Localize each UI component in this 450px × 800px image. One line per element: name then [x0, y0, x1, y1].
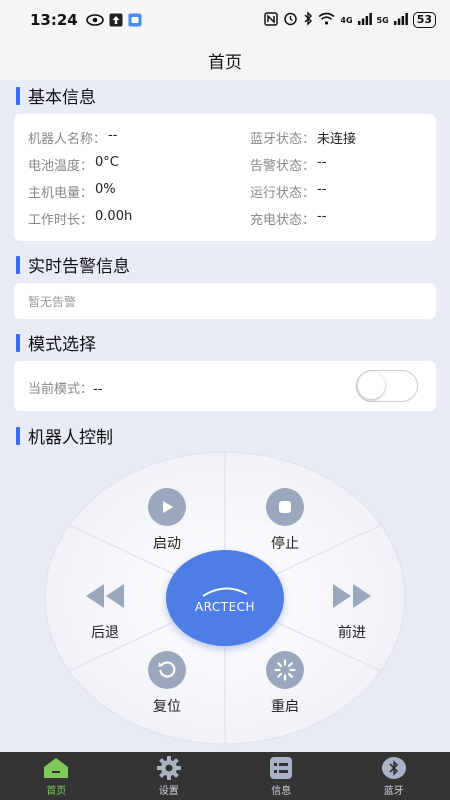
- info-value: 未连接: [317, 132, 357, 147]
- alarm-card: 暂无告警: [14, 283, 436, 319]
- restart-button[interactable]: 重启: [250, 651, 320, 716]
- reset-button[interactable]: 复位: [132, 651, 202, 716]
- section-realtime-alarm: 实时告警信息: [16, 252, 130, 277]
- info-value: --: [317, 182, 327, 197]
- control-wheel: 启动 停止 后退 前进 复位 重启 ARCTECH: [44, 451, 406, 745]
- mode-label-text: 当前模式：: [28, 382, 94, 397]
- center-logo-button[interactable]: ARCTECH: [166, 550, 284, 646]
- stop-button[interactable]: 停止: [250, 488, 320, 553]
- info-run-status: 运行状态： --: [250, 182, 326, 201]
- info-label: 工作时长：: [28, 213, 94, 228]
- nav-label: 设置: [158, 785, 179, 797]
- start-button[interactable]: 启动: [132, 488, 202, 553]
- signal-bars-icon: [393, 12, 408, 28]
- section-mode-select: 模式选择: [16, 330, 96, 355]
- signal-bars-icon: [357, 12, 372, 28]
- play-icon: [148, 488, 186, 526]
- current-mode: 当前模式：--: [28, 378, 102, 397]
- stop-label: 停止: [271, 536, 299, 552]
- section-accent-bar: [16, 426, 20, 445]
- info-label: 运行状态：: [250, 186, 316, 201]
- info-battery-temp: 电池温度： 0°C: [28, 155, 119, 174]
- home-icon: [43, 756, 69, 780]
- info-alarm-status: 告警状态： --: [250, 155, 326, 174]
- info-work-hours: 工作时长： 0.00h: [28, 209, 132, 228]
- info-label: 电池温度：: [28, 159, 94, 174]
- nav-label: 蓝牙: [383, 785, 404, 797]
- info-robot-name: 机器人名称： --: [28, 128, 117, 147]
- list-icon: [269, 756, 293, 780]
- info-label: 机器人名称：: [28, 132, 107, 147]
- info-charge-status: 充电状态： --: [250, 209, 326, 228]
- mode-value: --: [93, 382, 103, 397]
- nav-item-info[interactable]: 信息: [225, 752, 338, 800]
- info-value: --: [108, 128, 118, 143]
- section-title-text: 实时告警信息: [28, 257, 130, 277]
- section-basic-info: 基本信息: [16, 83, 96, 108]
- status-bar: 13:24 4G 5G 53: [0, 0, 450, 40]
- stop-icon: [266, 488, 304, 526]
- wifi-icon: [318, 12, 335, 28]
- status-time: 13:24: [30, 11, 78, 29]
- info-label: 蓝牙状态：: [250, 132, 316, 147]
- section-accent-bar: [16, 333, 20, 352]
- info-host-battery: 主机电量： 0%: [28, 182, 116, 201]
- nav-label: 首页: [46, 785, 67, 797]
- basic-info-card: 机器人名称： -- 蓝牙状态： 未连接 电池温度： 0°C 告警状态： -- 主机电量：…: [14, 114, 436, 241]
- alarm-clock-icon: [283, 11, 298, 29]
- info-value: --: [317, 155, 327, 170]
- section-title-text: 模式选择: [28, 335, 96, 355]
- section-robot-control: 机器人控制: [16, 423, 113, 448]
- signal-4g-label: 4G: [340, 15, 353, 25]
- info-value: 0.00h: [95, 209, 133, 224]
- section-title-text: 基本信息: [28, 88, 96, 108]
- status-right-group: 4G 5G 53: [264, 11, 436, 29]
- bluetooth-icon: [381, 756, 407, 780]
- section-accent-bar: [16, 255, 20, 274]
- nfc-icon: [264, 11, 279, 29]
- info-value: --: [317, 209, 327, 224]
- forward-button[interactable]: 前进: [317, 577, 387, 642]
- restart-label: 重启: [271, 699, 299, 715]
- info-value: 0°C: [95, 155, 119, 170]
- info-label: 主机电量：: [28, 186, 94, 201]
- signal-5g-label: 5G: [376, 15, 389, 25]
- app-header: 首页: [0, 40, 450, 80]
- forward-label: 前进: [338, 625, 366, 641]
- mode-card: 当前模式：--: [14, 361, 436, 411]
- section-accent-bar: [16, 86, 20, 105]
- start-label: 启动: [153, 536, 181, 552]
- reset-icon: [148, 651, 186, 689]
- info-value: 0%: [95, 182, 116, 197]
- reset-label: 复位: [153, 699, 181, 715]
- bottom-nav: 首页 设置 信息 蓝牙: [0, 752, 450, 800]
- upload-icon: [109, 13, 123, 27]
- nav-item-settings[interactable]: 设置: [113, 752, 226, 800]
- info-label: 告警状态：: [250, 159, 316, 174]
- back-button[interactable]: 后退: [70, 577, 140, 642]
- loading-spinner-icon: [266, 651, 304, 689]
- bluetooth-status-icon: [303, 11, 313, 29]
- back-label: 后退: [91, 625, 119, 641]
- alarm-empty-text: 暂无告警: [28, 295, 77, 309]
- info-bluetooth-status: 蓝牙状态： 未连接: [250, 128, 356, 147]
- gear-icon: [156, 755, 182, 780]
- nav-item-home[interactable]: 首页: [0, 752, 113, 800]
- nav-label: 信息: [271, 785, 292, 797]
- info-label: 充电状态：: [250, 213, 316, 228]
- page-title: 首页: [208, 52, 242, 73]
- app-notification-icon: [128, 13, 142, 27]
- battery-indicator: 53: [412, 12, 436, 28]
- eye-icon: [85, 14, 104, 26]
- rewind-icon: [84, 577, 126, 615]
- logo-text: ARCTECH: [194, 599, 256, 614]
- nav-item-bluetooth[interactable]: 蓝牙: [338, 752, 450, 800]
- mode-toggle-switch[interactable]: [356, 370, 418, 402]
- fast-forward-icon: [331, 577, 373, 615]
- section-title-text: 机器人控制: [28, 428, 113, 448]
- toggle-knob: [358, 372, 385, 399]
